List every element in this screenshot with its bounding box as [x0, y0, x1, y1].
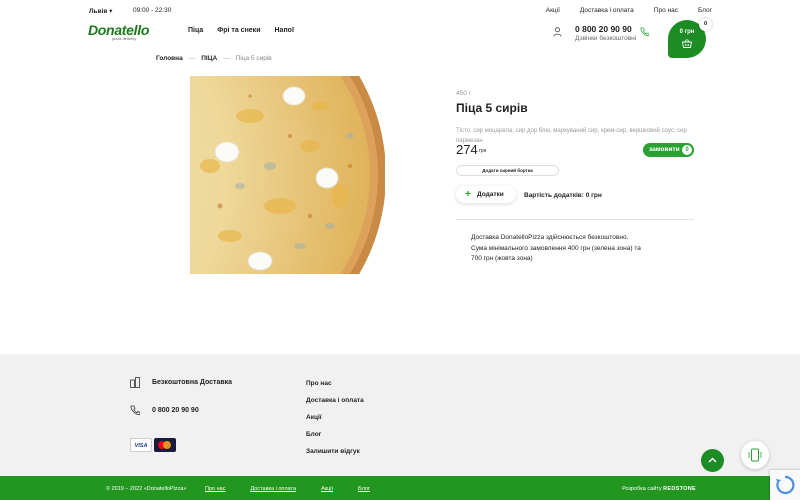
cart-count-badge: 0 — [699, 18, 712, 31]
order-button-label: замовити — [649, 146, 680, 153]
delivery-info: Доставка DonatelloPizza здійснюється без… — [471, 233, 661, 265]
toplink-delivery[interactable]: Доставка і оплата — [580, 7, 634, 14]
header-phone[interactable]: 0 800 20 90 90 Дзвінки безкоштовні — [575, 24, 636, 42]
price-currency: грн — [479, 148, 487, 154]
city-selector[interactable]: Львів ▾ — [89, 7, 112, 15]
payment-cards: VISA — [130, 438, 176, 452]
addons-cost: Вартість додатків: 0 грн — [524, 192, 602, 199]
footer-link-promos[interactable]: Акції — [306, 414, 364, 421]
pizza-image — [190, 76, 385, 274]
footer-free-delivery: Безкоштовна Доставка — [130, 377, 232, 388]
add-cheese-crust-button[interactable]: Додати сирний бортик — [456, 165, 559, 176]
footer-link-about[interactable]: Про нас — [306, 380, 364, 387]
footer: Безкоштовна Доставка 0 800 20 90 90 VISA… — [0, 354, 800, 476]
toplink-promos[interactable]: Акції — [546, 7, 560, 14]
delivery-info-line: Доставка DonatelloPizza здійснюється без… — [471, 234, 629, 241]
visa-card-icon: VISA — [130, 438, 152, 452]
copyright: © 2019 – 2022 «DonatelloPizza» — [106, 486, 187, 492]
mobile-phone-icon — [748, 448, 762, 462]
free-delivery-text: Безкоштовна Доставка — [152, 379, 233, 386]
bottom-link-about[interactable]: Про нас — [205, 486, 225, 492]
developer-credit[interactable]: Розробка сайту REDSTONE — [622, 486, 696, 492]
breadcrumb: Головна — ПІЦА — Піца 5 сирів — [156, 55, 272, 62]
header-phone-note: Дзвінки безкоштовні — [575, 35, 637, 42]
price-row: 274 грн замовити 0 — [456, 142, 696, 158]
bottom-links: Про нас Доставка і оплата Акції Блог — [205, 486, 370, 492]
breadcrumb-separator: — — [188, 55, 196, 62]
user-icon[interactable] — [553, 27, 562, 37]
product-weight: 450 г — [456, 90, 472, 97]
product-price: 274 — [456, 142, 478, 157]
callback-button[interactable] — [741, 441, 769, 469]
phone-icon — [130, 405, 140, 415]
footer-links: Про нас Доставка і оплата Акції Блог Зал… — [306, 380, 364, 455]
developer-prefix: Розробка сайту — [622, 486, 662, 492]
footer-phone-number: 0 800 20 90 90 — [152, 407, 199, 414]
product-title: Піца 5 сирів — [456, 101, 528, 115]
breadcrumb-current: Піца 5 сирів — [235, 55, 272, 62]
cart-amount: 0 грн — [679, 29, 695, 35]
addons-button-label: Додатки — [477, 191, 504, 198]
main-nav: Піца Фрі та снеки Напої — [188, 27, 294, 34]
nav-fries-snacks[interactable]: Фрі та снеки — [217, 27, 260, 34]
bottom-link-delivery[interactable]: Доставка і оплата — [250, 486, 296, 492]
footer-phone[interactable]: 0 800 20 90 90 — [130, 405, 199, 416]
divider — [456, 219, 694, 220]
bottom-link-blog[interactable]: Блог — [358, 486, 370, 492]
nav-pizza[interactable]: Піца — [188, 27, 203, 34]
phone-icon[interactable] — [640, 27, 649, 37]
breadcrumb-category[interactable]: ПІЦА — [201, 55, 217, 62]
plus-icon: + — [465, 189, 471, 200]
toplink-blog[interactable]: Блог — [698, 7, 712, 14]
order-quantity-badge: 0 — [682, 145, 692, 155]
nav-drinks[interactable]: Напої — [275, 27, 294, 34]
mastercard-icon — [154, 438, 176, 452]
footer-link-delivery[interactable]: Доставка і оплата — [306, 397, 364, 404]
cart-button[interactable]: 0 грн 0 — [668, 18, 712, 58]
delivery-info-line: 700 грн (жовта зона) — [471, 255, 533, 262]
delivery-icon — [130, 377, 140, 388]
breadcrumb-home[interactable]: Головна — [156, 55, 183, 62]
header-phone-number: 0 800 20 90 90 — [575, 24, 632, 34]
delivery-info-line: Сума мінімального замовлення 400 грн (зе… — [471, 244, 641, 252]
chevron-up-icon — [708, 457, 717, 463]
header: Donatello pizza delivery Піца Фрі та сне… — [0, 18, 800, 58]
addons-button[interactable]: + Додатки — [456, 186, 516, 203]
recaptcha-badge[interactable] — [770, 470, 800, 500]
top-links: Акції Доставка і оплата Про нас Блог — [546, 7, 712, 14]
logo[interactable]: Donatello pizza delivery — [88, 22, 149, 41]
order-button[interactable]: замовити 0 — [643, 143, 694, 157]
city-label: Львів — [89, 8, 108, 15]
topbar: Львів ▾ 09:00 - 22:30 Акції Доставка і о… — [0, 0, 800, 20]
product-info: 450 г Піца 5 сирів Тісто, сир моцарела, … — [456, 90, 696, 146]
basket-icon — [682, 39, 692, 48]
bottom-bar: © 2019 – 2022 «DonatelloPizza» Про нас Д… — [0, 476, 800, 500]
scroll-up-button[interactable] — [701, 449, 724, 472]
footer-link-blog[interactable]: Блог — [306, 431, 364, 438]
bottom-link-promos[interactable]: Акції — [321, 486, 333, 492]
recaptcha-icon — [776, 475, 795, 495]
breadcrumb-separator: — — [223, 55, 230, 62]
toplink-about[interactable]: Про нас — [654, 7, 678, 14]
developer-name: REDSTONE — [663, 486, 696, 492]
footer-link-feedback[interactable]: Залишити відгук — [306, 448, 364, 455]
working-hours: 09:00 - 22:30 — [133, 7, 172, 14]
